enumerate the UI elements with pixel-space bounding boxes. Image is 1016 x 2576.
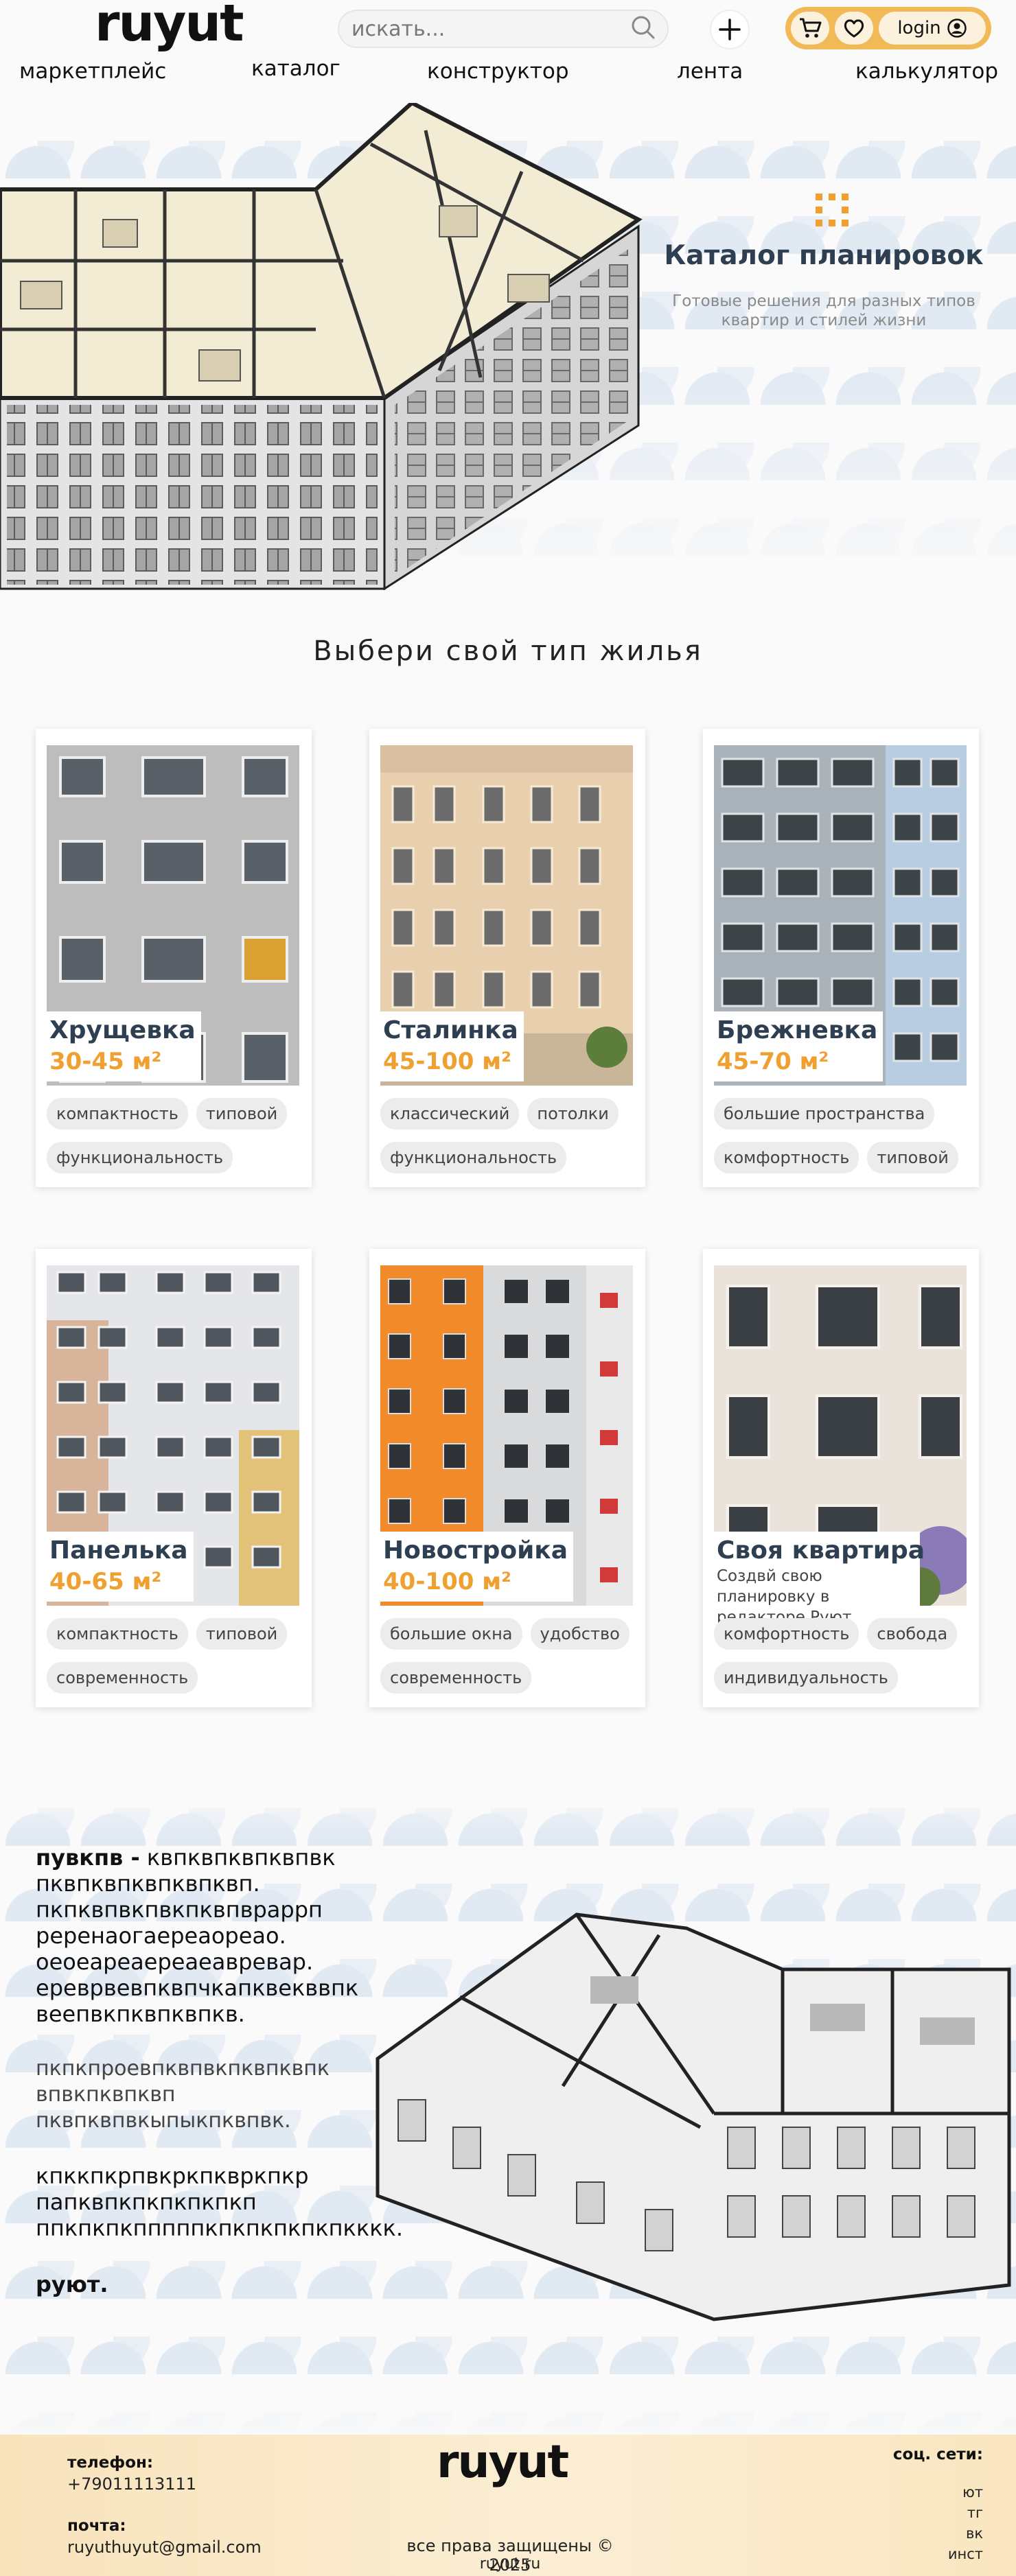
tag[interactable]: потолки [527,1098,619,1129]
promo-text: пувкпв - квпквпквпквпвк пквпквпквпквпквп… [36,1845,404,2297]
social-link-vk[interactable]: вк [966,2525,983,2542]
social-link-inst[interactable]: инст [948,2546,983,2562]
main-nav: маркетплейс каталог конструктор лента ка… [0,56,1016,86]
hero-title: Каталог планировок [664,240,984,271]
login-label: login [897,18,941,38]
housing-card-novostroyka[interactable]: Новостройка 40-100 м² большие окна удобс… [369,1249,645,1707]
card-title: Хрущевка [49,1016,196,1044]
footer: телефон: +79011113111 почта: ruyuthuyut@… [0,2435,1016,2576]
promo-paragraph-3: кпккпкрпвкркпквркпкр папквпкпкпкпкпкп пп… [36,2163,404,2241]
tag[interactable]: компактность [47,1098,188,1129]
tag[interactable]: типовой [196,1618,288,1650]
promo-signature: руют. [36,2271,108,2297]
card-area: 40-100 м² [383,1568,511,1595]
footer-logo[interactable]: ruyut [437,2439,569,2485]
tag[interactable]: типовой [867,1142,958,1173]
card-title: Панелька [49,1536,188,1565]
card-area: 30-45 м² [49,1048,162,1075]
card-title: Брежневка [717,1016,878,1044]
card-tags: компактность типовой функциональность [47,1098,308,1173]
nav-constructor[interactable]: конструктор [427,59,569,84]
nav-marketplace[interactable]: маркетплейс [19,59,166,84]
card-label: Сталинка 45-100 м² [380,1011,524,1081]
housing-card-panelka[interactable]: Панелька 40-65 м² компактность типовой с… [36,1249,312,1707]
social-link-yt[interactable]: ют [962,2484,983,2501]
phone-label: телефон: [67,2454,154,2472]
login-button[interactable]: login [879,12,986,45]
card-title: Новостройка [383,1536,568,1565]
heart-icon [844,19,864,38]
user-actions: login [785,7,991,49]
tag[interactable]: функциональность [47,1142,233,1173]
housing-card-stalinka[interactable]: Сталинка 45-100 м² классический потолки … [369,729,645,1187]
logo[interactable]: ruyut [95,0,244,49]
promo-section: пувкпв - квпквпквпквпвк пквпквпквпквпквп… [0,1770,1016,2436]
tag[interactable]: удобство [530,1618,630,1650]
card-title: Своя квартира [717,1536,925,1565]
mail-label: почта: [67,2517,126,2535]
page: ruyut login маркетплейс каталог конструк… [0,0,1016,2576]
nav-feed[interactable]: лента [677,59,743,84]
plus-icon [719,19,741,40]
catalog-grid-icon [816,194,848,226]
housing-card-khrushchevka[interactable]: Хрущевка 30-45 м² компактность типовой ф… [36,729,312,1187]
cart-icon [800,18,822,38]
card-tags: комфортность свобода индивидуальность [714,1618,975,1694]
mail-value[interactable]: ruyuthuyut@gmail.com [67,2538,262,2557]
nav-calculator[interactable]: калькулятор [855,59,998,84]
section-title: Выбери свой тип жилья [313,635,703,667]
card-label: Новостройка 40-100 м² [380,1532,574,1602]
card-label: Своя квартира Создвй свою планировку в р… [714,1532,925,1632]
promo-paragraph-1: пувкпв - квпквпквпквпвк пквпквпквпквпквп… [36,1845,359,2027]
card-label: Панелька 40-65 м² [47,1532,194,1602]
hero-section: Каталог планировок Готовые решения для р… [0,103,1016,590]
tag[interactable]: комфортность [714,1142,859,1173]
promo-lead: пувкпв - [36,1845,140,1871]
site-link[interactable]: ruyut.ru [390,2555,630,2573]
promo-building-illustration [376,1912,1011,2321]
tag[interactable]: компактность [47,1618,188,1650]
card-label: Хрущевка 30-45 м² [47,1011,201,1081]
hero-building-illustration [0,103,643,590]
housing-card-custom[interactable]: Своя квартира Создвй свою планировку в р… [703,1249,979,1707]
card-tags: компактность типовой современность [47,1618,308,1694]
card-tags: большие окна удобство современность [380,1618,641,1694]
card-tags: большие пространства комфортность типово… [714,1098,975,1173]
cart-button[interactable] [791,12,829,45]
social-label: соц. сети: [892,2446,983,2463]
card-label: Брежневка 45-70 м² [714,1011,884,1081]
search-bar[interactable] [338,10,669,48]
user-icon [947,19,967,38]
tag[interactable]: современность [380,1662,532,1694]
favorites-button[interactable] [835,12,873,45]
tag[interactable]: комфортность [714,1618,859,1650]
card-area: 40-65 м² [49,1568,162,1595]
card-tags: классический потолки функциональность [380,1098,641,1173]
card-area: 45-100 м² [383,1048,511,1075]
tag[interactable]: типовой [196,1098,288,1129]
tag[interactable]: современность [47,1662,198,1694]
tag[interactable]: большие пространства [714,1098,935,1129]
card-area: 45-70 м² [717,1048,829,1075]
search-input[interactable] [351,16,630,41]
promo-paragraph-2: пкпкпроевпквпвкпквпквпк впвкпквпквп пквп… [36,2057,330,2133]
tag[interactable]: свобода [867,1618,958,1650]
phone-value[interactable]: +79011113111 [67,2474,196,2494]
card-title: Сталинка [383,1016,518,1044]
tag[interactable]: классический [380,1098,520,1129]
tag[interactable]: индивидуальность [714,1662,898,1694]
add-button[interactable] [710,10,750,49]
tag[interactable]: большие окна [380,1618,522,1650]
social-link-tg[interactable]: тг [967,2505,983,2521]
search-icon[interactable] [630,14,656,43]
hero-subtitle: Готовые решения для разных типов квартир… [672,292,975,329]
housing-card-brezhnevka[interactable]: Брежневка 45-70 м² большие пространства … [703,729,979,1187]
nav-catalog[interactable]: каталог [251,56,340,81]
tag[interactable]: функциональность [380,1142,567,1173]
